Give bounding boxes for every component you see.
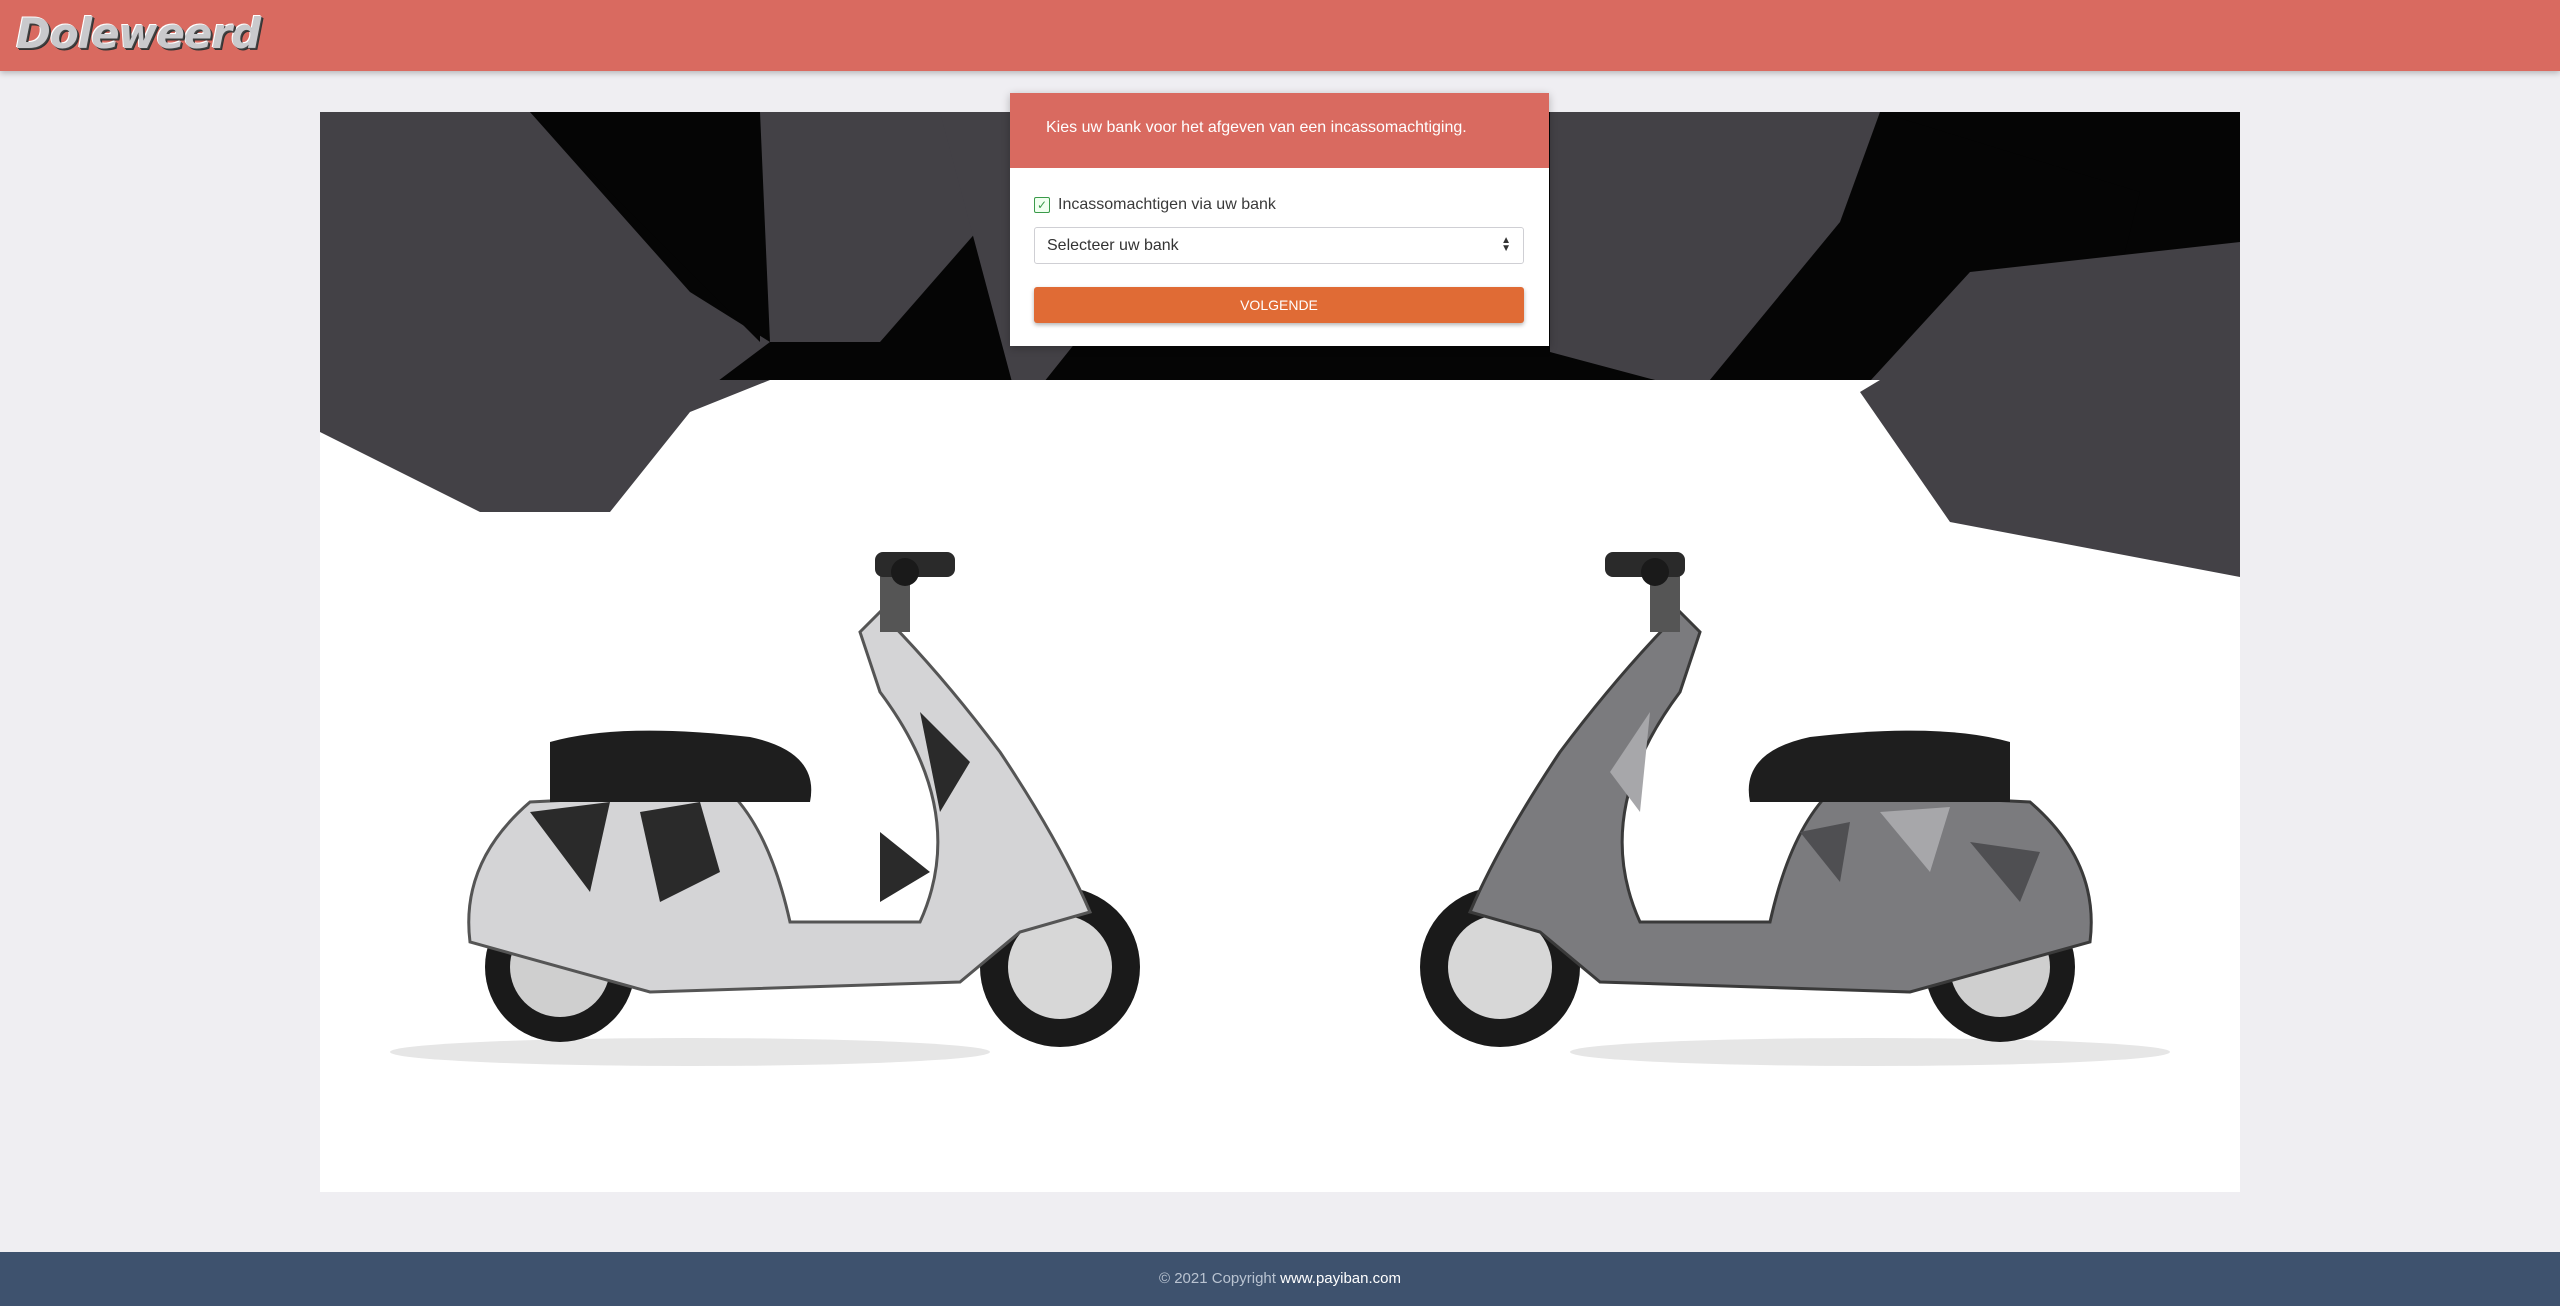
top-bar: Doleweerd (0, 0, 2560, 71)
bank-select-value: Selecteer uw bank (1047, 237, 1179, 254)
bank-select[interactable]: Selecteer uw bank ▲ ▼ (1034, 227, 1524, 264)
card-header-text: Kies uw bank voor het afgeven van een in… (1046, 119, 1467, 136)
mandate-checkbox-label[interactable]: Incassomachtigen via uw bank (1058, 196, 1276, 214)
card-body: ✓ Incassomachtigen via uw bank Selecteer… (1010, 195, 1549, 323)
footer-link[interactable]: www.payiban.com (1280, 1270, 1401, 1287)
footer-copyright: © 2021 Copyright (1158, 1270, 1276, 1287)
select-arrows-icon: ▲ ▼ (1501, 235, 1511, 254)
footer: © 2021 Copyright www.payiban.com (0, 1252, 2560, 1306)
brand-logo[interactable]: Doleweerd (16, 8, 261, 60)
card-header: Kies uw bank voor het afgeven van een in… (1010, 93, 1549, 168)
bank-mandate-option[interactable]: ✓ Incassomachtigen via uw bank (1034, 195, 1525, 215)
next-button[interactable]: VOLGENDE (1034, 287, 1524, 323)
checkmark-icon: ✓ (1036, 198, 1048, 212)
mandate-checkbox[interactable]: ✓ (1034, 197, 1050, 213)
mandate-card: Kies uw bank voor het afgeven van een in… (1010, 93, 1549, 346)
